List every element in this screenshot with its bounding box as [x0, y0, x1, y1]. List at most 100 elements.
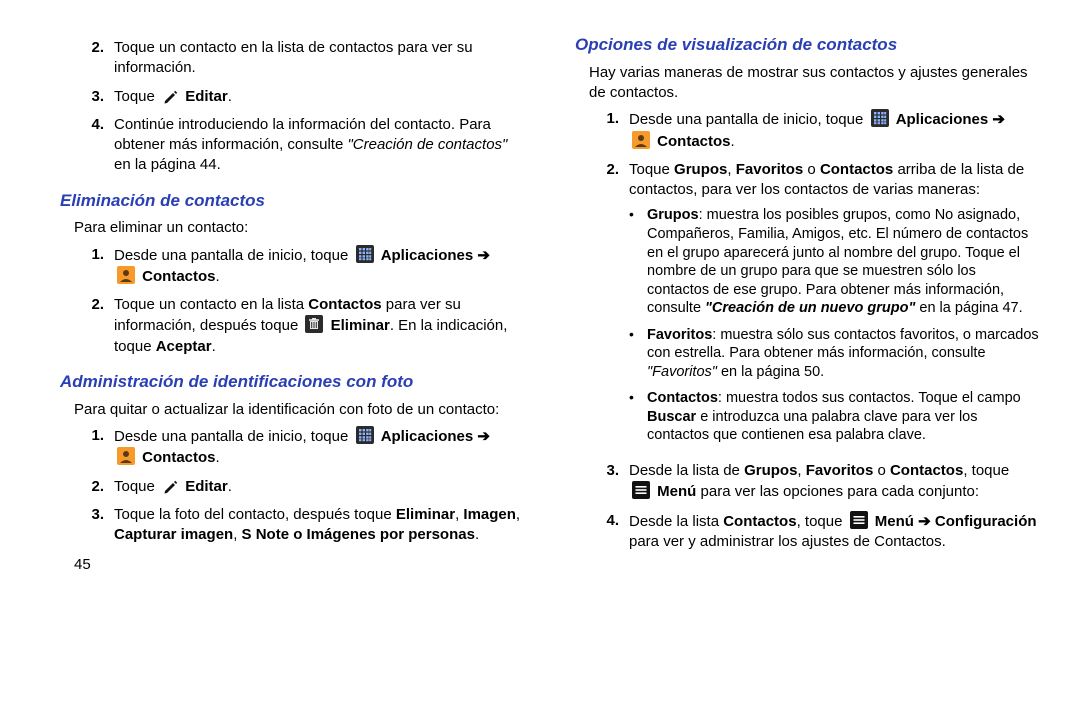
text: ,: [727, 161, 735, 178]
label: Contactos: [890, 462, 963, 479]
bullet-icon: •: [629, 389, 647, 445]
contactos-label: Contactos: [142, 449, 215, 466]
step-number: 2.: [60, 295, 114, 357]
text: en la página 47.: [915, 300, 1022, 316]
label: Favoritos: [736, 161, 804, 178]
text: Toque un contacto en la lista: [114, 296, 308, 313]
text: ,: [516, 506, 520, 523]
text: .: [228, 478, 232, 495]
text: o: [873, 462, 890, 479]
text: Desde una pantalla de inicio, toque: [629, 111, 868, 128]
elim-step-1: 1. Desde una pantalla de inicio, toque A…: [60, 245, 525, 288]
text: .: [216, 268, 220, 285]
step-number: 4.: [60, 115, 114, 176]
admin-steps: 1. Desde una pantalla de inicio, toque A…: [60, 426, 525, 545]
label: Contactos: [820, 161, 893, 178]
step-text: Desde una pantalla de inicio, toque Apli…: [114, 426, 525, 469]
bullet-text: Contactos: muestra todos sus contactos. …: [647, 389, 1040, 445]
contacts-icon: [117, 447, 135, 465]
label: Buscar: [647, 409, 696, 425]
bullet-text: Grupos: muestra los posibles grupos, com…: [647, 206, 1040, 317]
arrow: ➔: [473, 247, 490, 264]
admin-step-1: 1. Desde una pantalla de inicio, toque A…: [60, 426, 525, 469]
text: en la página 50.: [717, 364, 824, 380]
aplicaciones-label: Aplicaciones: [381, 247, 474, 264]
step-text: Continúe introduciendo la información de…: [114, 115, 525, 176]
right-column: Opciones de visualización de contactos H…: [575, 34, 1040, 576]
text: en la página 44.: [114, 156, 221, 173]
contactos-label: Contactos: [142, 268, 215, 285]
step-text: Desde una pantalla de inicio, toque Apli…: [629, 109, 1040, 152]
opt-step-4: 4. Desde la lista Contactos, toque Menú …: [575, 511, 1040, 553]
step-text: Toque la foto del contacto, después toqu…: [114, 505, 525, 546]
editar-label: Editar: [185, 478, 228, 495]
text: : muestra todos sus contactos. Toque el …: [718, 390, 1021, 406]
elim-step-2: 2. Toque un contacto en la lista Contact…: [60, 295, 525, 357]
bullet-icon: •: [629, 206, 647, 317]
opt-step-1: 1. Desde una pantalla de inicio, toque A…: [575, 109, 1040, 152]
reference: "Creación de un nuevo grupo": [705, 300, 915, 316]
text: .: [216, 449, 220, 466]
reference: "Creación de contactos": [347, 136, 507, 153]
bullet-icon: •: [629, 326, 647, 382]
editar-label: Editar: [185, 88, 228, 105]
opt-step-2: 2. Toque Grupos, Favoritos o Contactos a…: [575, 160, 1040, 453]
text: Toque: [114, 478, 159, 495]
top-steps: 2. Toque un contacto en la lista de cont…: [60, 38, 525, 176]
label: Configuración: [935, 513, 1037, 530]
opt-step-3: 3. Desde la lista de Grupos, Favoritos o…: [575, 461, 1040, 503]
text: Desde la lista de: [629, 462, 744, 479]
bullet-contactos: • Contactos: muestra todos sus contactos…: [629, 389, 1040, 445]
step-number: 3.: [575, 461, 629, 503]
label: Eliminar: [331, 317, 390, 334]
step-number: 1.: [60, 245, 114, 288]
heading-eliminacion: Eliminación de contactos: [60, 190, 525, 213]
text: Desde una pantalla de inicio, toque: [114, 428, 353, 445]
menu-label: Menú: [875, 513, 914, 530]
eliminacion-steps: 1. Desde una pantalla de inicio, toque A…: [60, 245, 525, 357]
step-2: 2. Toque un contacto en la lista de cont…: [60, 38, 525, 79]
step-text: Toque un contacto en la lista Contactos …: [114, 295, 525, 357]
label: Contactos: [647, 390, 718, 406]
step-text: Toque un contacto en la lista de contact…: [114, 38, 525, 79]
contactos-label: Contactos: [657, 133, 730, 150]
aplicaciones-label: Aplicaciones: [896, 111, 989, 128]
label: Grupos: [647, 207, 699, 223]
label: S Note o Imágenes por personas: [242, 526, 475, 543]
pencil-icon: [162, 88, 178, 104]
step-text: Desde una pantalla de inicio, toque Apli…: [114, 245, 525, 288]
opt2-bullets: • Grupos: muestra los posibles grupos, c…: [629, 206, 1040, 445]
contacts-icon: [117, 266, 135, 284]
step-number: 2.: [575, 160, 629, 453]
apps-icon: [871, 109, 889, 127]
step-3: 3. Toque Editar.: [60, 87, 525, 107]
text: , toque: [963, 462, 1009, 479]
apps-icon: [356, 426, 374, 444]
arrow: ➔: [473, 428, 490, 445]
text: Toque: [629, 161, 674, 178]
manual-page: 2. Toque un contacto en la lista de cont…: [0, 0, 1080, 586]
label: Contactos: [723, 513, 796, 530]
step-text: Toque Editar.: [114, 477, 525, 497]
label: Grupos: [744, 462, 797, 479]
menu-label: Menú: [657, 483, 696, 500]
text: Toque la foto del contacto, después toqu…: [114, 506, 396, 523]
step-number: 1.: [60, 426, 114, 469]
text: .: [475, 526, 479, 543]
text: .: [212, 338, 216, 355]
step-number: 4.: [575, 511, 629, 553]
heading-admin: Administración de identificaciones con f…: [60, 371, 525, 394]
text: Toque: [114, 88, 159, 105]
contacts-icon: [632, 131, 650, 149]
text: .: [228, 88, 232, 105]
text: ,: [797, 462, 805, 479]
step-number: 1.: [575, 109, 629, 152]
admin-step-3: 3. Toque la foto del contacto, después t…: [60, 505, 525, 546]
menu-icon: [632, 481, 650, 499]
label: Capturar imagen: [114, 526, 233, 543]
reference: "Favoritos": [647, 364, 717, 380]
apps-icon: [356, 245, 374, 263]
admin-step-2: 2. Toque Editar.: [60, 477, 525, 497]
text: para ver y administrar los ajustes de Co…: [629, 533, 946, 550]
step-4: 4. Continúe introduciendo la información…: [60, 115, 525, 176]
